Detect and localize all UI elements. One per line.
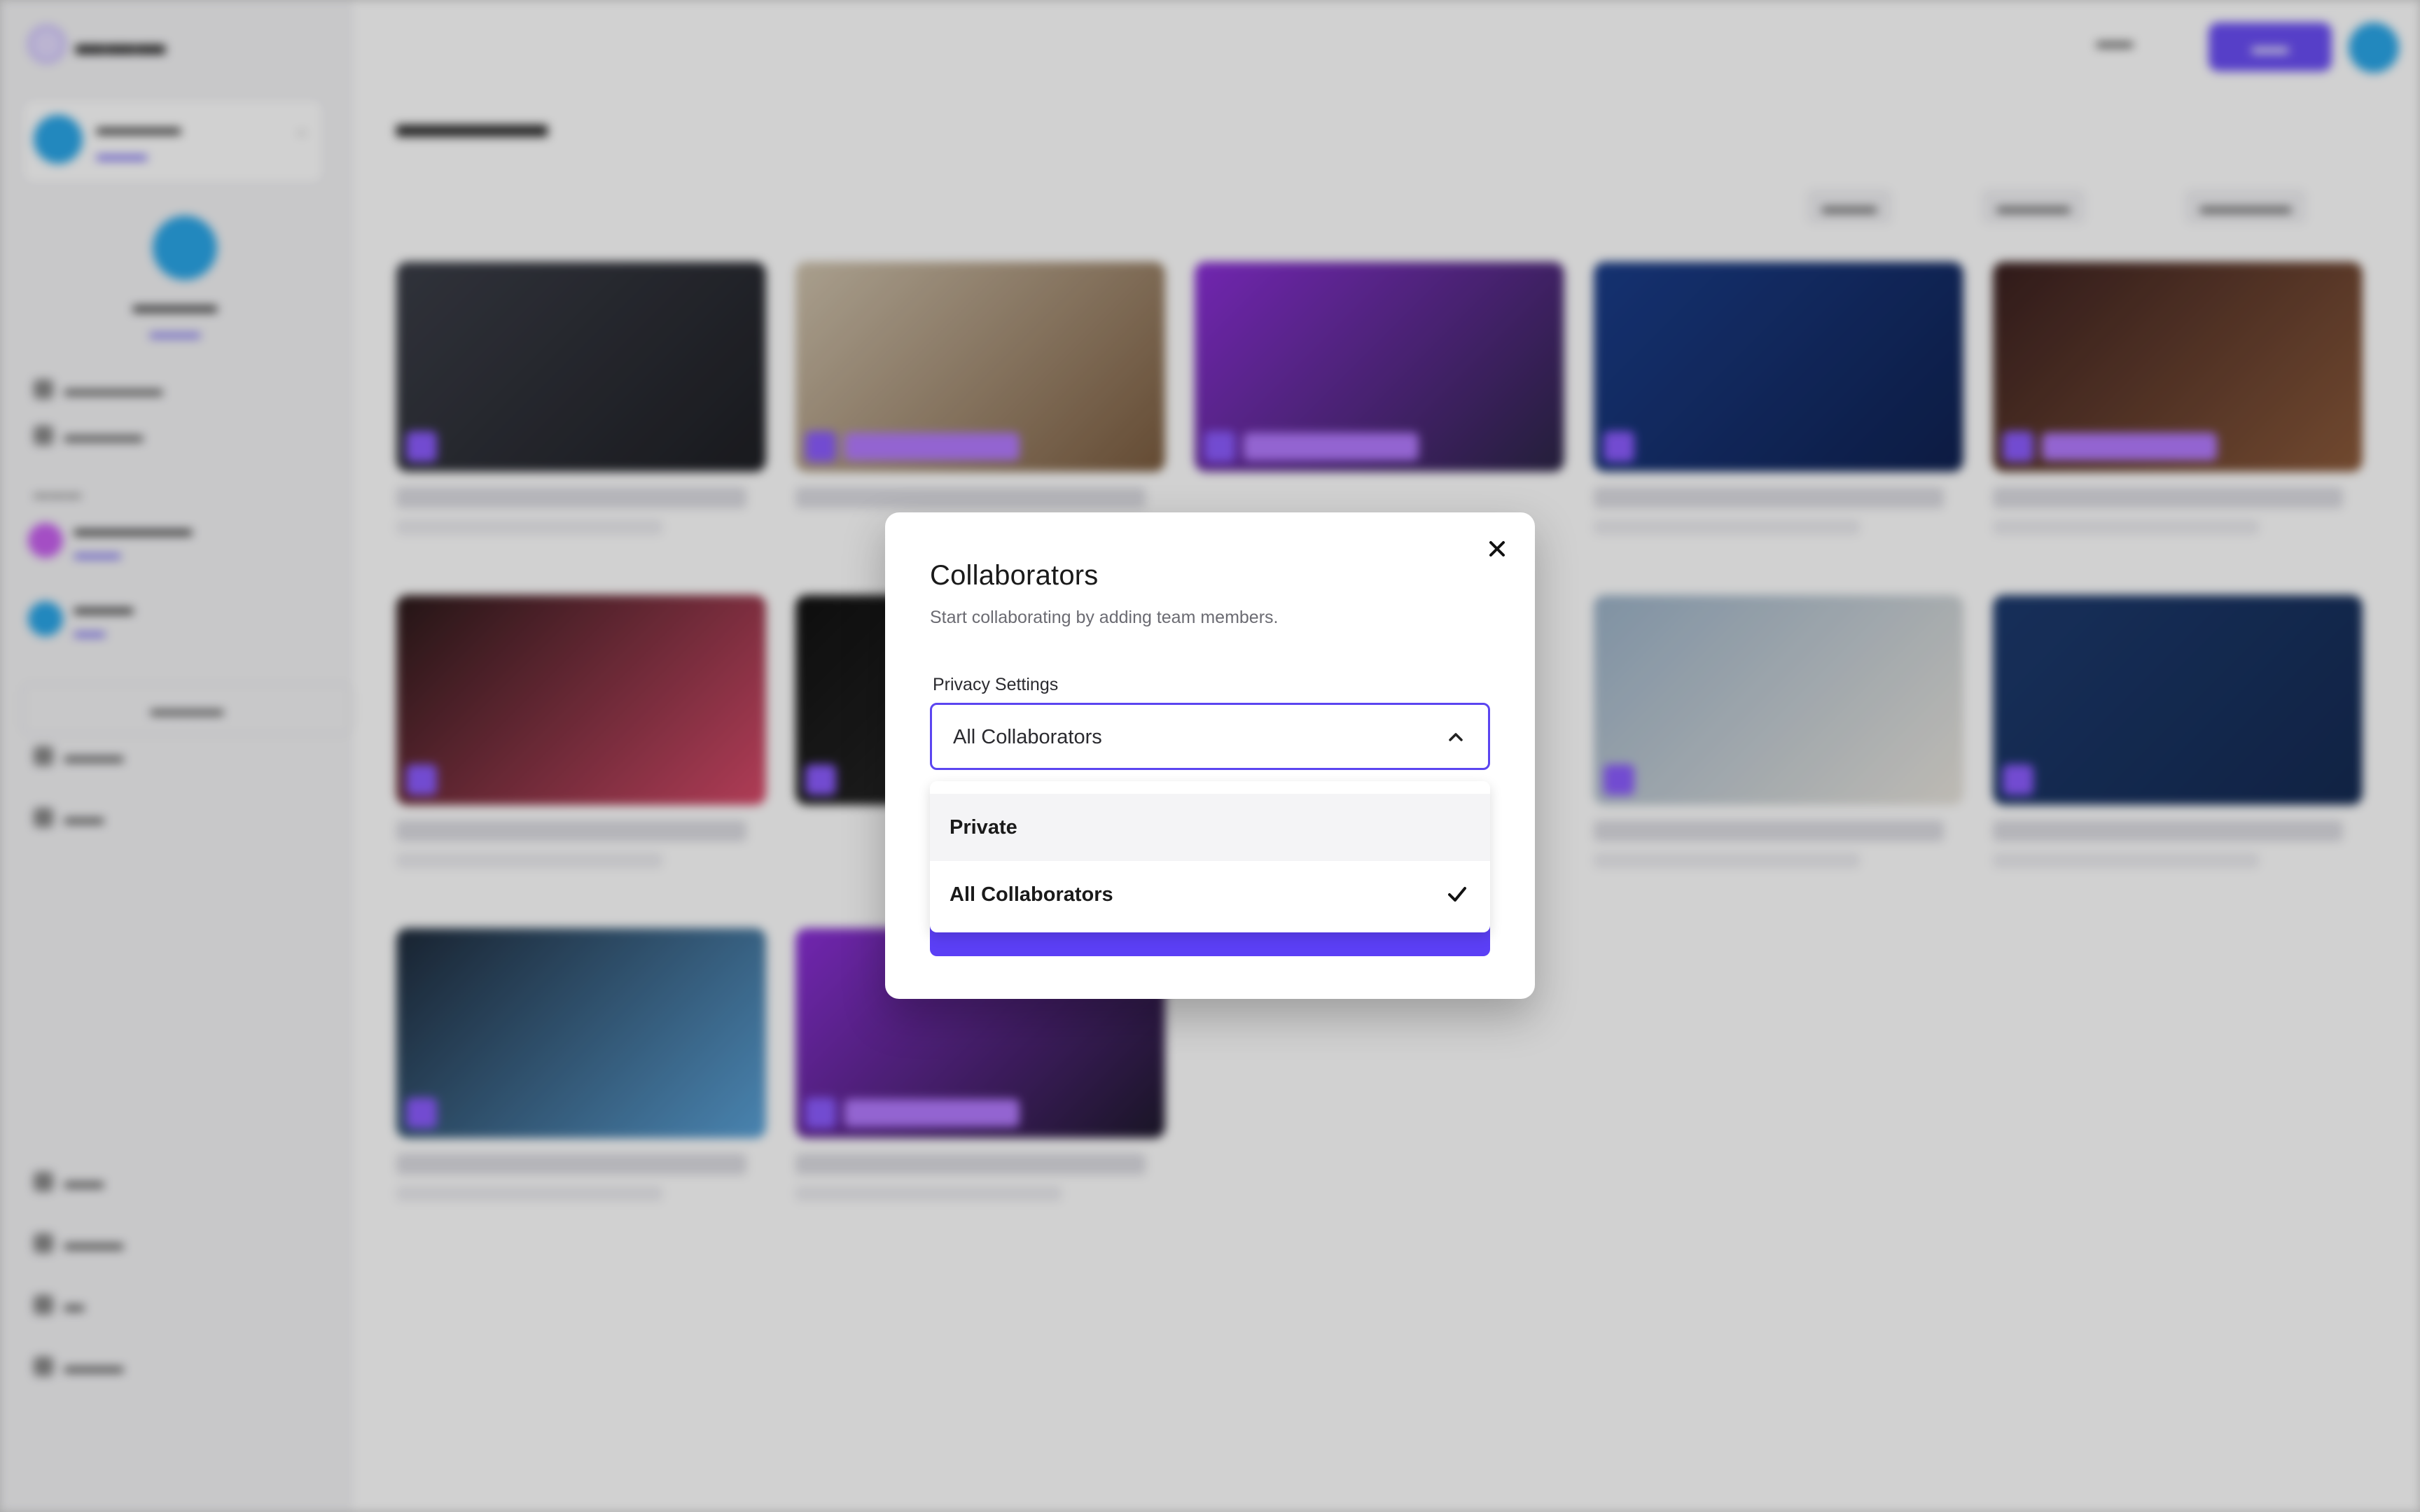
collaborators-dialog: Collaborators Start collaborating by add… [885,512,1535,999]
checkmark-icon [1448,887,1466,902]
privacy-settings-label: Privacy Settings [933,675,1059,694]
option-label: Private [950,816,1017,839]
chevron-up-icon [1449,733,1463,741]
select-current-value: All Collaborators [953,726,1102,748]
option-all-collaborators[interactable]: All Collaborators [930,861,1490,928]
option-private[interactable]: Private [930,794,1490,861]
close-button[interactable] [1482,533,1512,564]
close-icon [1489,541,1505,556]
privacy-settings-select[interactable]: All Collaborators [930,703,1490,770]
privacy-options-dropdown: Private All Collaborators [930,781,1490,932]
option-label: All Collaborators [950,883,1113,906]
dialog-title: Collaborators [930,560,1099,591]
dialog-subtitle: Start collaborating by adding team membe… [930,608,1279,627]
